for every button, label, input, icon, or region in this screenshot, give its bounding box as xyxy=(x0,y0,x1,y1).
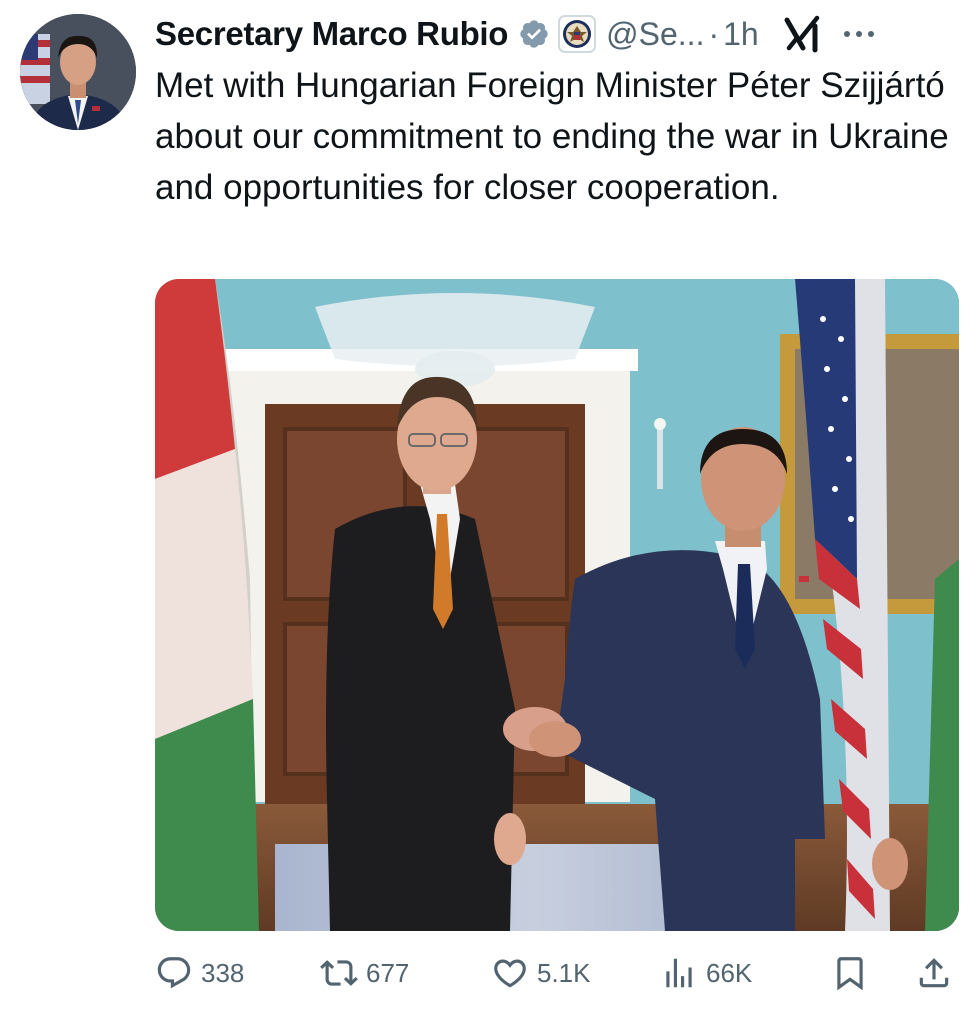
views-chart-icon xyxy=(666,958,692,988)
bookmark-button[interactable] xyxy=(831,945,869,1001)
repost-button[interactable]: 677 xyxy=(320,945,409,1001)
like-button[interactable]: 5.1K xyxy=(491,945,591,1001)
tweet-timestamp[interactable]: 1h xyxy=(723,16,759,53)
tweet-action-bar: 338 677 5.1K 66K xyxy=(155,945,965,1001)
heart-icon xyxy=(494,959,526,988)
header-separator: · xyxy=(708,15,720,52)
photo-illustration xyxy=(155,279,959,931)
bookmark-icon xyxy=(837,957,863,991)
reply-icon xyxy=(157,957,191,989)
share-icon xyxy=(919,958,949,988)
share-button[interactable] xyxy=(915,945,953,1001)
reply-count: 338 xyxy=(201,957,245,988)
author-avatar[interactable] xyxy=(20,14,136,130)
repost-icon xyxy=(320,960,358,986)
state-department-seal-icon[interactable] xyxy=(558,15,597,53)
reply-button[interactable]: 338 xyxy=(155,945,244,1001)
repost-count: 677 xyxy=(366,957,410,988)
more-options-icon[interactable] xyxy=(839,24,879,44)
tweet-photo[interactable] xyxy=(155,279,959,931)
views-count: 66K xyxy=(706,957,753,988)
tweet-text: Met with Hungarian Foreign Minister Péte… xyxy=(155,66,949,207)
grok-icon[interactable] xyxy=(781,12,825,56)
author-handle[interactable]: @Se... xyxy=(606,16,704,53)
views-button[interactable]: 66K xyxy=(660,945,752,1001)
verified-badge-icon xyxy=(520,20,548,48)
tweet-header: Secretary Marco Rubio @Se... · 1h xyxy=(155,8,970,60)
like-count: 5.1K xyxy=(537,957,591,988)
avatar-photo xyxy=(20,14,136,130)
author-display-name[interactable]: Secretary Marco Rubio xyxy=(155,15,508,53)
